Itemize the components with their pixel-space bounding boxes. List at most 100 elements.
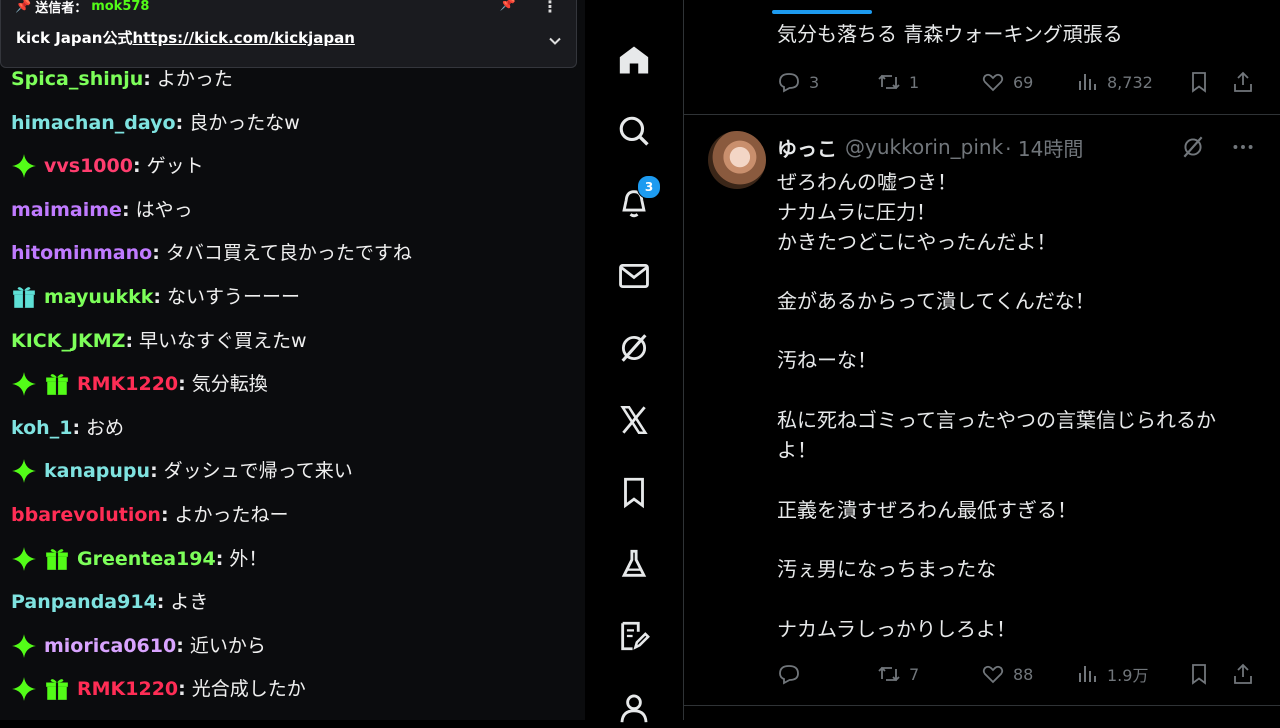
reply-icon	[779, 73, 799, 93]
chat-separator: :	[178, 678, 186, 701]
post-text-line: よ！	[777, 438, 817, 462]
sparkle-badge-icon	[11, 633, 37, 659]
chat-separator: :	[176, 634, 184, 657]
tab-active-indicator	[772, 10, 872, 14]
home-icon	[619, 46, 649, 74]
scrollbar-gap	[585, 0, 595, 720]
post-actions: 3 1 69 8,732	[777, 67, 1257, 97]
bookmark-icon	[1192, 72, 1206, 93]
like-button[interactable]: 88	[981, 662, 1075, 686]
nav-compose-article[interactable]	[614, 616, 654, 656]
nav-messages[interactable]	[614, 256, 654, 296]
bookmark-button[interactable]	[1187, 70, 1231, 94]
sparkle-badge-icon	[11, 153, 37, 179]
heart-icon	[982, 665, 1004, 684]
chat-username[interactable]: kanapupu	[44, 456, 150, 486]
author-name[interactable]: ゆっこ	[777, 133, 837, 162]
chat-message: maimaime: はやっ	[11, 195, 193, 225]
bookmark-icon	[1192, 664, 1206, 685]
nav-premium[interactable]	[614, 400, 654, 440]
nav-grok[interactable]	[614, 328, 654, 368]
views-button[interactable]: 1.9万	[1075, 662, 1187, 686]
post-text-line: 金があるからって潰してくんだな！	[777, 289, 1095, 313]
chat-text: よき	[170, 591, 209, 614]
nav-profile[interactable]	[614, 688, 654, 728]
sparkle-badge-icon	[11, 371, 37, 397]
views-button[interactable]: 8,732	[1075, 70, 1187, 94]
chat-username[interactable]: RMK1220	[77, 674, 178, 704]
post-time[interactable]: · 14時間	[1005, 133, 1083, 162]
gift-badge-icon	[11, 284, 37, 310]
author-handle[interactable]: @yukkorin_pink	[845, 135, 1003, 159]
timeline-feed: 気分も落ちる 青森ウォーキング頑張る 3 1 69 8,732 ゆっこ @yuk…	[683, 0, 1280, 720]
post-text-line: 私に死ねゴミって言ったやつの言葉信じられるか	[777, 408, 1216, 432]
share-icon	[1234, 663, 1252, 684]
chat-message: vvs1000: ゲット	[11, 151, 204, 181]
chat-text: 気分転換	[191, 373, 268, 396]
pinned-sender: 📌 送信者： mok578	[15, 0, 150, 16]
chat-separator: :	[153, 286, 161, 308]
chat-text: よかった	[156, 68, 233, 90]
chat-username[interactable]: hitominmano	[11, 238, 152, 268]
chat-username[interactable]: Spica_shinju	[11, 64, 143, 94]
chat-message: RMK1220: 光合成したか	[11, 674, 306, 704]
share-button[interactable]	[1231, 70, 1255, 94]
chat-username[interactable]: bbarevolution	[11, 500, 161, 530]
chat-separator: :	[121, 198, 130, 221]
chat-username[interactable]: Greentea194	[77, 544, 216, 574]
chat-text: 光合成したか	[191, 678, 306, 701]
sparkle-badge-icon	[11, 546, 37, 572]
pinned-text: kick Japan公式https://kick.com/kickjapan	[16, 29, 355, 47]
repost-button[interactable]: 7	[877, 662, 981, 686]
chat-username[interactable]: koh_1	[11, 413, 72, 443]
reply-button[interactable]	[777, 662, 877, 686]
nav-home[interactable]	[614, 40, 654, 80]
chat-text: ダッシュで帰って来い	[163, 460, 353, 483]
nav-explore[interactable]	[614, 111, 654, 151]
chat-text: よかったねー	[174, 504, 289, 526]
nav-bookmarks[interactable]	[614, 472, 654, 512]
chevron-down-icon[interactable]	[548, 34, 562, 48]
avatar[interactable]	[708, 131, 766, 189]
grok-icon[interactable]	[1180, 134, 1206, 160]
chat-separator: :	[178, 373, 186, 396]
post-text-line: ナカムラに圧力！	[777, 200, 936, 224]
chat-separator: :	[215, 547, 224, 570]
nav-labs[interactable]	[614, 544, 654, 584]
chat-username[interactable]: Panpanda914	[11, 587, 157, 617]
pinned-link[interactable]: https://kick.com/kickjapan	[132, 29, 354, 47]
like-button[interactable]: 69	[981, 70, 1075, 94]
bookmark-button[interactable]	[1187, 662, 1231, 686]
reply-icon	[779, 665, 799, 685]
chat-username[interactable]: vvs1000	[44, 151, 133, 181]
repost-button[interactable]: 1	[877, 70, 981, 94]
chat-username[interactable]: RMK1220	[77, 369, 178, 399]
more-options-icon[interactable]: ⋮	[542, 0, 558, 16]
pinned-message[interactable]: 📌 送信者： mok578 📌 ⋮ kick Japan公式https://ki…	[0, 0, 577, 68]
x-premium-icon	[620, 405, 648, 435]
chat-message: Greentea194: 外！	[11, 544, 267, 574]
chat-username[interactable]: maimaime	[11, 195, 122, 225]
chat-message: koh_1: おめ	[11, 413, 124, 443]
post-header: ゆっこ @yukkorin_pink · 14時間	[777, 132, 1083, 162]
share-icon	[1234, 71, 1252, 92]
chat-username[interactable]: miorica0610	[44, 631, 176, 661]
chat-username[interactable]: himachan_dayo	[11, 108, 176, 138]
nav-notifications[interactable]: 3	[614, 175, 661, 223]
chat-text: 近いから	[189, 634, 266, 657]
share-button[interactable]	[1231, 662, 1255, 686]
unpin-icon[interactable]: 📌	[500, 0, 516, 12]
labs-icon	[621, 549, 647, 577]
heart-icon	[982, 73, 1004, 92]
more-options-icon[interactable]	[1230, 134, 1256, 160]
chat-separator: :	[143, 68, 151, 90]
chat-username[interactable]: KICK_JKMZ	[11, 326, 125, 356]
chat-message: himachan_dayo: 良かったなw	[11, 108, 300, 138]
chat-username[interactable]: mayuukkk	[44, 282, 153, 312]
post-divider	[684, 114, 1280, 115]
pinned-sender-name[interactable]: mok578	[91, 0, 149, 14]
chat-message: Spica_shinju: よかった	[11, 64, 233, 94]
chat-text: はやっ	[135, 198, 193, 221]
reply-button[interactable]: 3	[777, 70, 877, 94]
post-text-line: 汚ねーな！	[777, 348, 877, 372]
